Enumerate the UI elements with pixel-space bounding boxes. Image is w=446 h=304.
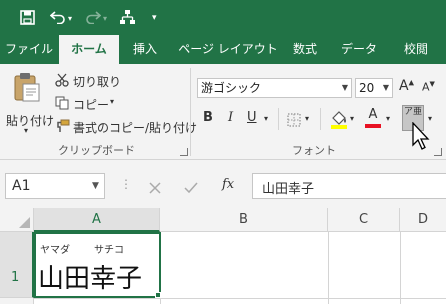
enter-check-icon	[184, 179, 198, 198]
cell-a1[interactable]: ヤマダ サチコ 山田幸子	[34, 232, 161, 298]
chevron-down-icon: ▼	[382, 83, 389, 92]
undo-icon[interactable]	[49, 9, 66, 27]
phonetic-family: ヤマダ	[40, 245, 70, 256]
underline-dropdown-icon[interactable]: ▾	[264, 114, 268, 123]
undo-dropdown-icon[interactable]: ▾	[68, 12, 72, 26]
tab-review[interactable]: 校閲	[392, 35, 440, 64]
fill-handle[interactable]	[155, 292, 161, 298]
font-name-value: 游ゴシック	[201, 81, 262, 95]
shrink-font-button[interactable]: A▼	[422, 80, 435, 94]
row-header-1[interactable]: 1	[0, 232, 34, 298]
tab-page-layout[interactable]: ページ レイアウト	[178, 35, 278, 64]
tab-insert[interactable]: 挿入	[122, 35, 168, 64]
column-header-b[interactable]: B	[160, 208, 328, 232]
redo-icon	[85, 9, 102, 27]
grow-font-button[interactable]: A▲	[399, 78, 414, 94]
gridline	[400, 232, 401, 304]
grow-font-label: A	[399, 78, 409, 94]
redo-dropdown-icon: ▾	[103, 14, 108, 23]
fill-color-dropdown-icon[interactable]: ▾	[350, 114, 354, 123]
phonetic-guide-label: ア亜	[404, 107, 423, 117]
mouse-cursor-icon	[412, 121, 432, 156]
fill-color-icon[interactable]	[330, 109, 348, 133]
quick-access-toolbar: ▾ ▾ ▾	[0, 0, 446, 35]
brush-icon	[55, 118, 70, 137]
copy-icon	[55, 95, 69, 114]
tab-data[interactable]: データ	[334, 35, 384, 64]
font-name-combo[interactable]: 游ゴシック ▼	[197, 78, 352, 98]
cut-label: 切り取り	[73, 75, 122, 89]
tab-formulas[interactable]: 数式	[283, 35, 327, 64]
formula-bar-grip-icon: ⋮	[120, 177, 132, 191]
shrink-font-label: A	[422, 80, 430, 94]
column-headers: A B C D	[0, 208, 446, 232]
font-color-bar	[365, 124, 381, 128]
font-separator	[278, 108, 279, 130]
phonetic-given: サチコ	[94, 245, 124, 256]
format-painter-label: 書式のコピー/貼り付け	[73, 121, 198, 135]
format-painter-button[interactable]: 書式のコピー/貼り付け	[55, 116, 197, 137]
column-header-d[interactable]: D	[400, 208, 446, 232]
gridline	[328, 232, 329, 304]
group-separator	[190, 68, 191, 156]
font-size-combo[interactable]: 20 ▼	[355, 78, 393, 98]
ribbon-home: 貼り付け ▾ 切り取り コピー ▾ 書式のコピー/貼り付け クリップボード 游ゴ…	[0, 64, 446, 160]
cell-a1-value: 山田幸子	[38, 264, 143, 294]
tab-home[interactable]: ホーム	[59, 35, 119, 64]
tab-file[interactable]: ファイル	[0, 35, 58, 64]
save-icon[interactable]	[20, 10, 35, 28]
cut-button[interactable]: 切り取り	[55, 70, 165, 90]
customize-toolbar-icon[interactable]: ▾	[152, 11, 157, 25]
font-size-value: 20	[359, 81, 375, 95]
border-dropdown-icon[interactable]: ▾	[305, 114, 309, 123]
bold-button[interactable]: B	[203, 110, 213, 125]
border-icon[interactable]	[287, 112, 301, 131]
paste-icon	[14, 72, 40, 106]
cancel-icon	[149, 179, 161, 198]
copy-button[interactable]: コピー ▾	[55, 93, 165, 113]
tree-icon[interactable]	[119, 9, 136, 28]
ribbon-tabs: ファイル ホーム 挿入 ページ レイアウト 数式 データ 校閲	[0, 35, 446, 64]
font-group-label: フォント	[292, 144, 336, 157]
font-color-dropdown-icon[interactable]: ▾	[386, 114, 390, 123]
copy-label: コピー	[73, 98, 110, 112]
row-headers: 1	[0, 232, 34, 304]
column-header-c[interactable]: C	[328, 208, 400, 232]
underline-button[interactable]: U	[247, 110, 257, 125]
font-color-button[interactable]: A	[365, 107, 381, 129]
gridline	[34, 298, 446, 299]
column-header-a[interactable]: A	[34, 208, 160, 232]
paste-label: 貼り付け	[6, 114, 55, 128]
formula-value: 山田幸子	[262, 182, 315, 197]
paste-dropdown-icon[interactable]: ▾	[24, 126, 28, 135]
italic-button[interactable]: I	[228, 110, 233, 125]
paste-button[interactable]: 貼り付け ▾	[4, 70, 55, 135]
insert-function-button[interactable]: fx	[222, 177, 234, 192]
select-all-corner[interactable]	[0, 208, 34, 232]
chevron-down-icon[interactable]: ▼	[92, 181, 99, 191]
font-separator	[320, 108, 321, 130]
formula-input[interactable]: 山田幸子	[252, 173, 446, 199]
clipboard-dialog-launcher-icon[interactable]	[180, 148, 188, 156]
scissors-icon	[55, 72, 69, 91]
chevron-down-icon: ▼	[341, 83, 348, 92]
row-header-1-label: 1	[11, 270, 20, 285]
font-dialog-launcher-icon[interactable]	[434, 148, 442, 156]
name-box[interactable]: A1 ▼	[5, 173, 105, 199]
clipboard-group-label: クリップボード	[58, 144, 135, 157]
copy-dropdown-icon[interactable]: ▾	[110, 97, 114, 106]
name-box-value: A1	[12, 178, 31, 194]
font-color-label: A	[368, 107, 378, 122]
